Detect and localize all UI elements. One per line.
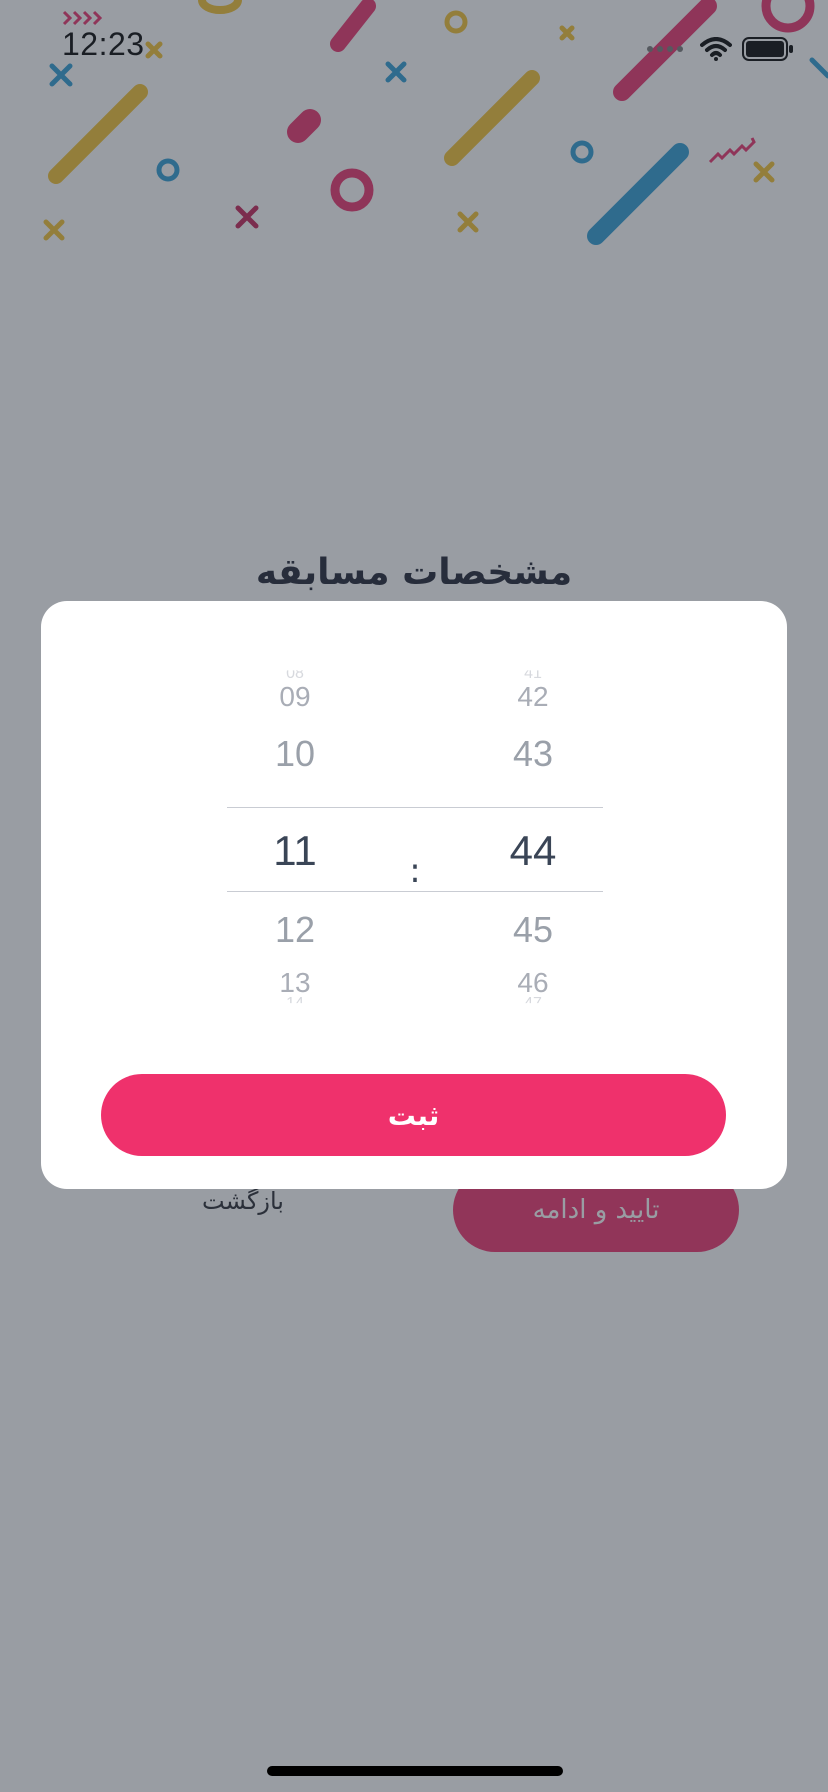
hour-option-11[interactable]: 11 xyxy=(235,827,355,875)
minute-option-47[interactable]: 47 xyxy=(473,995,593,1003)
minute-option-43[interactable]: 43 xyxy=(473,733,593,775)
hour-option-13[interactable]: 13 xyxy=(235,967,355,999)
hour-option-12[interactable]: 12 xyxy=(235,909,355,951)
selection-bottom-line xyxy=(227,891,603,892)
minute-option-42[interactable]: 42 xyxy=(473,681,593,713)
hour-option-14[interactable]: 14 xyxy=(235,995,355,1003)
time-separator: : xyxy=(409,851,421,891)
minute-option-44[interactable]: 44 xyxy=(473,827,593,875)
minute-option-45[interactable]: 45 xyxy=(473,909,593,951)
time-picker-modal: 08 09 10 11 12 13 14 : 41 42 43 44 45 46 47 ثبت xyxy=(41,601,787,1189)
selection-top-line xyxy=(227,807,603,808)
submit-button[interactable]: ثبت xyxy=(101,1074,726,1156)
hour-option-09[interactable]: 09 xyxy=(235,681,355,713)
home-indicator[interactable] xyxy=(267,1766,563,1776)
time-picker[interactable]: 08 09 10 11 12 13 14 : 41 42 43 44 45 46 47 xyxy=(227,661,603,1031)
minute-option-46[interactable]: 46 xyxy=(473,967,593,999)
hour-option-10[interactable]: 10 xyxy=(235,733,355,775)
